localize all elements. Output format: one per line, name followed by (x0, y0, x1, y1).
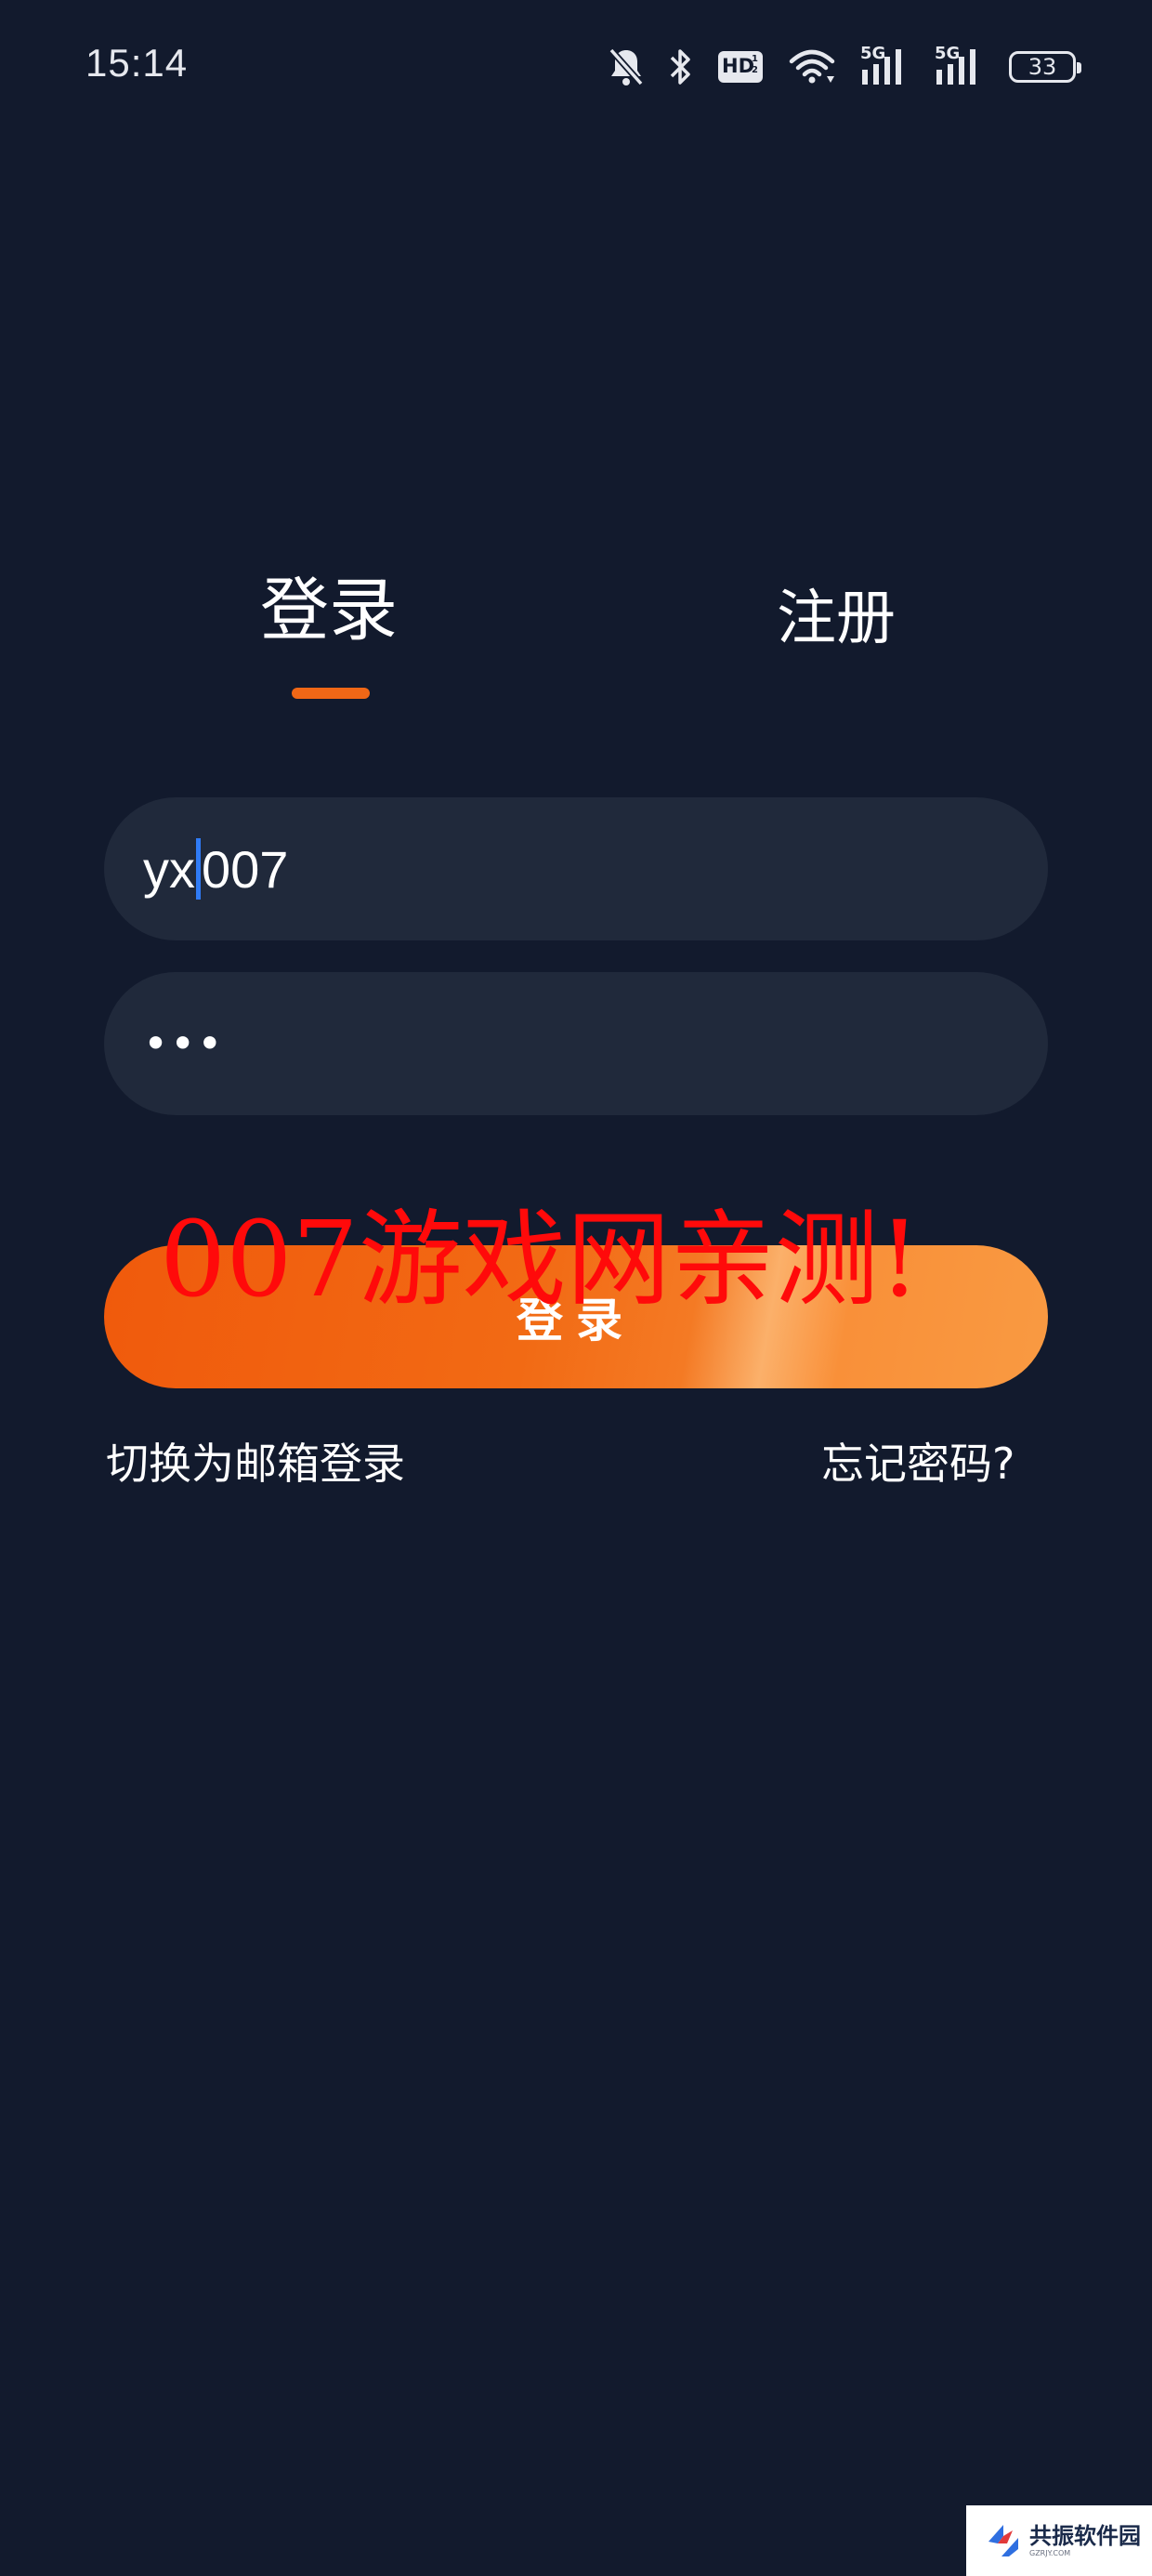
login-button[interactable]: 登录 (104, 1245, 1048, 1388)
status-time: 15:14 (85, 41, 189, 85)
login-screen: 15:14 HD 1 2 5G 5G 33 登录 注册 yx 007 ••• 登… (0, 0, 1152, 2576)
bell-muted-icon (608, 46, 645, 87)
hd-label: HD (722, 55, 755, 77)
username-input[interactable]: yx 007 (104, 797, 1048, 940)
forgot-password-link[interactable]: 忘记密码? (821, 1442, 1015, 1485)
site-logo-text: 共振软件园 GZRJY.COM (1029, 2525, 1141, 2557)
hd-sub-label: 1 2 (752, 54, 758, 75)
wifi-icon (788, 48, 836, 85)
site-logo-domain: GZRJY.COM (1029, 2548, 1071, 2557)
site-logo-mark-icon (988, 2525, 1018, 2556)
tab-login[interactable]: 登录 (260, 576, 398, 645)
battery-icon: 33 (1009, 51, 1081, 83)
signal-5g-icon: 5G (935, 44, 985, 86)
username-text-before-caret: yx (143, 839, 195, 899)
text-caret (196, 838, 201, 900)
switch-email-login-link[interactable]: 切换为邮箱登录 (106, 1442, 405, 1485)
tab-active-indicator (292, 688, 370, 699)
username-text-after-caret: 007 (202, 839, 289, 899)
site-logo: 共振软件园 GZRJY.COM (966, 2505, 1152, 2576)
bluetooth-icon (669, 47, 693, 86)
battery-level: 33 (1028, 54, 1057, 80)
password-masked-value: ••• (143, 1019, 225, 1069)
tab-register[interactable]: 注册 (777, 589, 896, 649)
status-bar: 15:14 HD 1 2 5G 5G 33 (0, 0, 1152, 139)
signal-5g-icon: 5G (860, 44, 910, 86)
hd-voice-icon: HD 1 2 (717, 50, 764, 84)
username-value: yx 007 (143, 838, 288, 900)
site-logo-name: 共振软件园 (1029, 2522, 1141, 2549)
password-input[interactable]: ••• (104, 972, 1048, 1115)
status-icons: HD 1 2 5G 5G 33 (608, 43, 1081, 91)
